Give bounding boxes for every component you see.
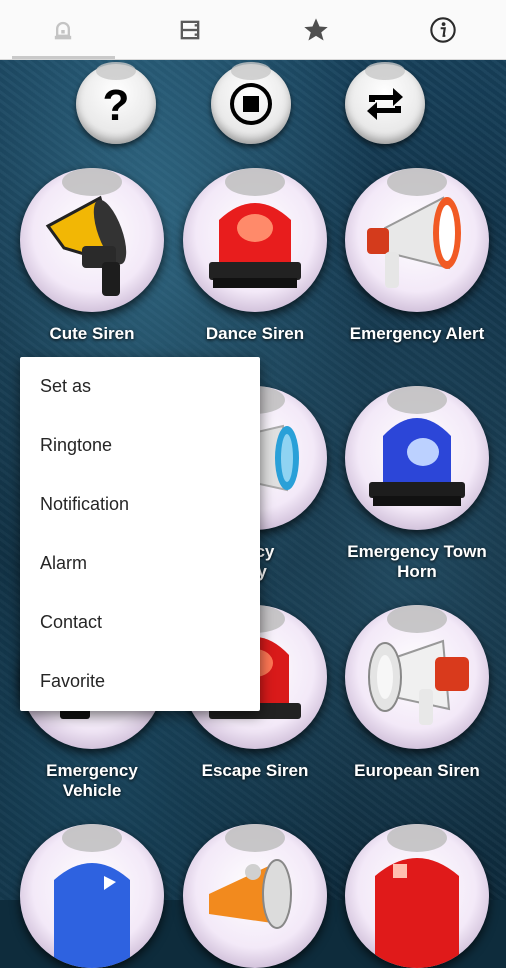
sound-label: Emergency Alert [343,324,491,344]
sound-label: Emergency Town Horn [343,542,491,582]
tab-info[interactable] [380,0,506,59]
sound-label: Cute Siren [18,324,166,344]
menu-item-favorite[interactable]: Favorite [20,652,260,711]
repeat-button[interactable] [345,64,425,144]
tab-list[interactable] [127,0,254,59]
sound-tile[interactable]: European Siren [343,605,491,781]
sound-tile[interactable] [18,824,166,968]
megaphone-red-icon [345,168,489,312]
sound-button[interactable] [183,824,327,968]
star-icon [302,16,330,44]
sound-button[interactable] [345,168,489,312]
siren-icon [49,16,77,44]
tab-sirens[interactable] [0,0,127,59]
list-icon [176,16,204,44]
sound-tile[interactable]: Dance Siren [181,168,329,344]
red-beacon-icon [345,824,489,968]
sound-button[interactable] [183,168,327,312]
megaphone-yellow-icon [20,168,164,312]
svg-text:?: ? [103,81,130,128]
menu-item-alarm[interactable]: Alarm [20,534,260,593]
sound-tile[interactable] [181,824,329,968]
menu-title: Set as [20,357,260,416]
sound-label: European Siren [343,761,491,781]
repeat-icon [361,80,409,128]
sound-label: Emergency Vehicle [18,761,166,801]
sound-tile[interactable] [343,824,491,968]
help-icon: ? [92,80,140,128]
blue-beacon-icon [20,824,164,968]
sound-button[interactable] [20,168,164,312]
sound-label: Dance Siren [181,324,329,344]
info-icon [429,16,457,44]
stop-button[interactable] [211,64,291,144]
menu-item-contact[interactable]: Contact [20,593,260,652]
megaphone-red-icon [345,605,489,749]
sound-button[interactable] [345,824,489,968]
sound-button[interactable] [345,605,489,749]
tab-bar [0,0,506,60]
blue-beacon-icon [345,386,489,530]
megaphone-orange-icon [183,824,327,968]
tab-favorites[interactable] [253,0,380,59]
set-as-menu: Set as Ringtone Notification Alarm Conta… [20,357,260,711]
menu-item-notification[interactable]: Notification [20,475,260,534]
sound-tile[interactable]: Cute Siren [18,168,166,344]
menu-item-ringtone[interactable]: Ringtone [20,416,260,475]
sound-label: Escape Siren [181,761,329,781]
sound-tile[interactable]: Emergency Alert [343,168,491,344]
stop-icon [227,80,275,128]
help-button[interactable]: ? [76,64,156,144]
sound-button[interactable] [345,386,489,530]
sound-button[interactable] [20,824,164,968]
red-beacon-icon [183,168,327,312]
sound-tile[interactable]: Emergency Town Horn [343,386,491,582]
